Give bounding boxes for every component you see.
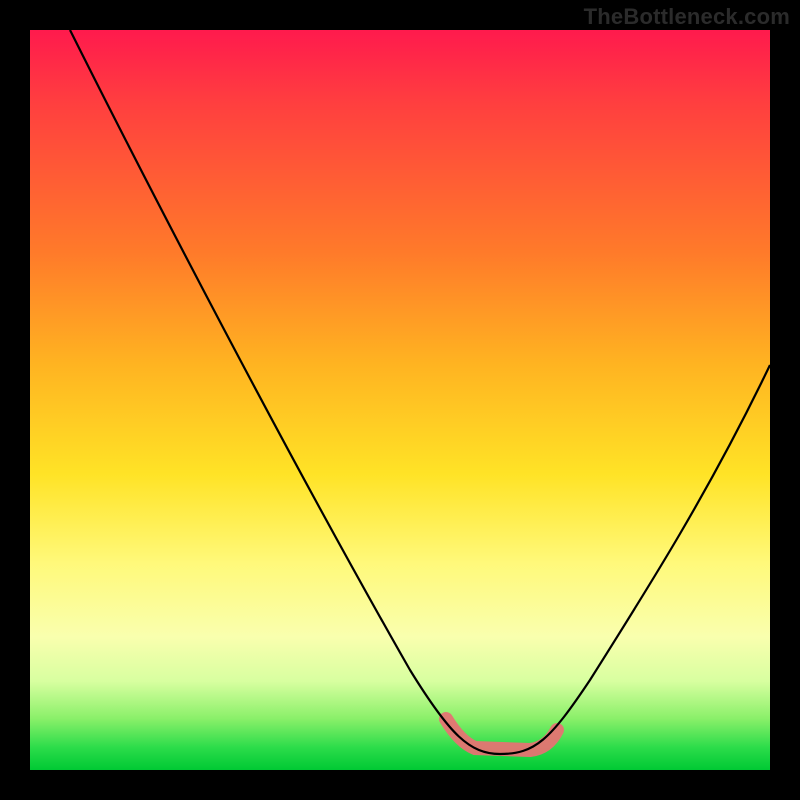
optimal-range-highlight bbox=[446, 719, 557, 750]
chart-frame: TheBottleneck.com bbox=[0, 0, 800, 800]
plot-area bbox=[30, 30, 770, 770]
bottleneck-curve bbox=[70, 30, 770, 754]
chart-svg bbox=[30, 30, 770, 770]
watermark-label: TheBottleneck.com bbox=[584, 4, 790, 30]
